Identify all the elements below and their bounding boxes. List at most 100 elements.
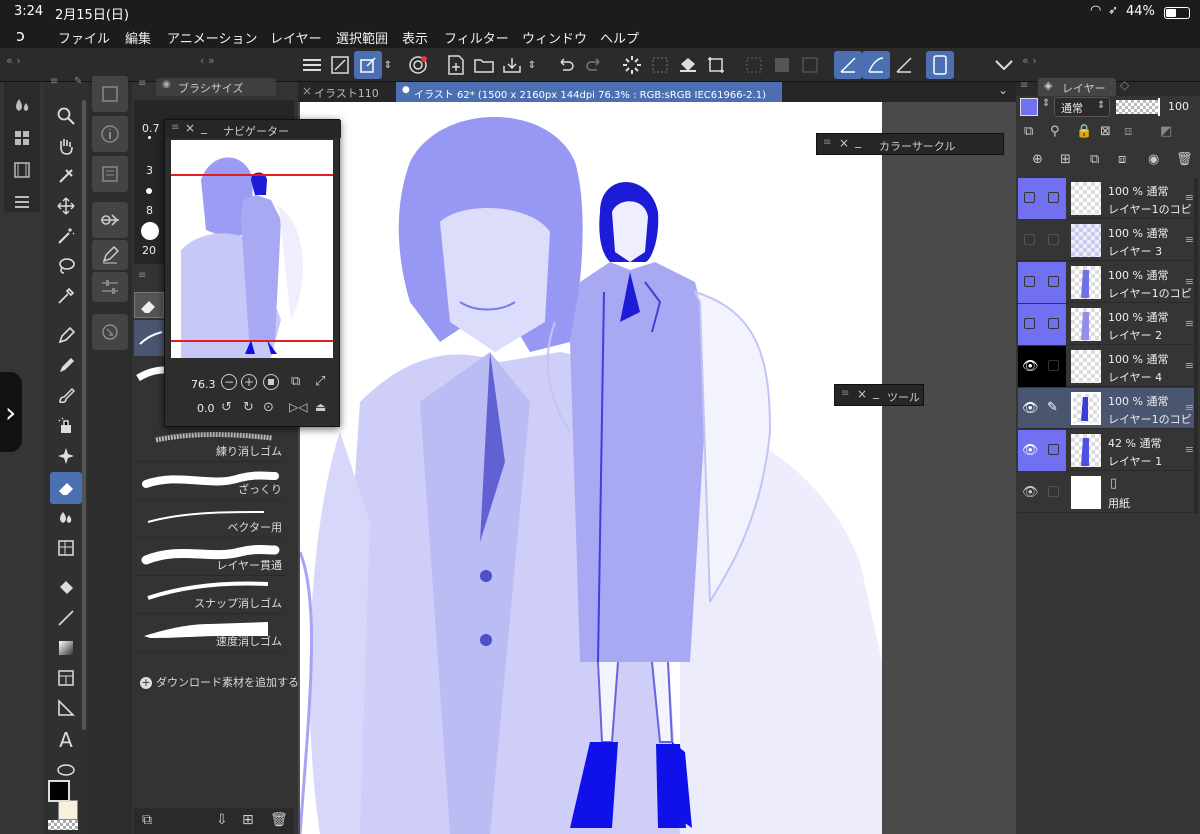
eraser-icon[interactable] — [50, 472, 82, 504]
pencil-icon[interactable] — [50, 350, 82, 382]
layer-menu-icon[interactable]: ≡ — [1185, 359, 1194, 372]
clear-outside-icon[interactable] — [768, 51, 796, 79]
object-icon[interactable] — [50, 160, 82, 192]
chevron-down-icon[interactable] — [990, 51, 1018, 79]
text-tool-icon[interactable]: A — [50, 724, 82, 756]
visibility-toggle[interactable]: 👁 — [1018, 388, 1042, 429]
collapse-mid-icon[interactable]: ‹ » — [200, 54, 215, 67]
panel-grip-icon[interactable]: ≡ — [1020, 80, 1028, 91]
visibility-toggle[interactable] — [1018, 304, 1042, 345]
layer-row[interactable]: 100 % 通常 レイヤー 2 ≡ — [1018, 304, 1194, 345]
visibility-toggle[interactable] — [1018, 262, 1042, 303]
sub-tool-icon[interactable] — [6, 90, 38, 122]
eraser-through-layer[interactable]: レイヤー貫通 — [134, 540, 284, 576]
move-icon[interactable] — [50, 190, 82, 222]
grid-icon[interactable] — [6, 122, 38, 154]
layer-menu-icon[interactable]: ≡ — [1185, 317, 1194, 330]
layer-menu-icon[interactable]: ≡ — [1185, 443, 1194, 456]
undo-icon[interactable] — [552, 51, 580, 79]
tab-layer[interactable]: ◈ レイヤー — [1038, 78, 1116, 96]
minimize-icon[interactable]: _ — [855, 134, 861, 148]
new-raster-layer-icon[interactable]: ⊕ — [1032, 152, 1043, 167]
navigator-preview[interactable] — [171, 140, 333, 358]
eraser-tab-icon[interactable] — [134, 292, 164, 318]
layer-lock-toggle[interactable] — [1042, 178, 1066, 219]
layer-lock-toggle[interactable] — [1042, 472, 1066, 513]
panel-toggle[interactable]: › — [0, 372, 22, 452]
panel-grip-icon[interactable]: ≡ — [823, 137, 831, 148]
opacity-value[interactable]: 100 — [1168, 100, 1189, 113]
mask-icon[interactable]: ◩ — [1160, 124, 1172, 139]
frame-grid-icon[interactable] — [50, 532, 82, 564]
trash-icon[interactable]: 🗑 — [1176, 152, 1193, 167]
reference-icon[interactable]: ⧉ — [1024, 124, 1033, 139]
visibility-toggle[interactable]: 👁 — [1018, 346, 1042, 387]
open-folder-icon[interactable] — [470, 51, 498, 79]
save-icon[interactable] — [498, 51, 526, 79]
clip-icon[interactable]: ⧈ — [1124, 124, 1132, 139]
brush-size-3[interactable]: 20 — [142, 244, 156, 257]
brush-icon[interactable] — [50, 380, 82, 412]
lock-transparent-icon[interactable]: ⊠ — [1100, 124, 1111, 139]
eyedropper-icon[interactable] — [50, 280, 82, 312]
layer-lock-toggle[interactable] — [1042, 262, 1066, 303]
minimize-icon[interactable]: _ — [873, 385, 879, 399]
layer-row[interactable]: 100 % 通常 レイヤー 3 ≡ — [1018, 220, 1194, 261]
loading-icon[interactable] — [618, 51, 646, 79]
history-icon[interactable] — [92, 156, 128, 192]
tab-illust-62[interactable]: ● イラスト 62* (1500 x 2160px 144dpi 76.3% :… — [396, 82, 782, 102]
layer-row[interactable]: 👁 42 % 通常 レイヤー 1 ≡ — [1018, 430, 1194, 471]
mask-add-icon[interactable]: ◉ — [1148, 152, 1159, 167]
panel-grip-icon[interactable]: ≡ — [171, 122, 179, 133]
layer-lock-toggle[interactable] — [1042, 346, 1066, 387]
collapse-right-icon[interactable]: « › — [1022, 54, 1037, 67]
menu-filter[interactable]: フィルター — [444, 28, 509, 47]
eraser-kneaded[interactable]: 練り消しゴム — [134, 426, 284, 462]
brush-settings-icon[interactable] — [92, 240, 128, 270]
trash-icon[interactable]: 🗑 — [270, 812, 288, 828]
menu-window[interactable]: ウィンドウ — [522, 28, 587, 47]
layer-row-selected[interactable]: 👁 ✎ 100 % 通常 レイヤー1のコピ ≡ — [1018, 388, 1194, 429]
fill-icon[interactable] — [674, 51, 702, 79]
tab-illust-110[interactable]: × イラスト110 — [298, 82, 398, 102]
updown-icon[interactable]: ⇕ — [524, 51, 540, 79]
zoom-out-icon[interactable]: − — [221, 374, 237, 390]
layer-lock-toggle[interactable] — [1042, 430, 1066, 471]
flip-vertical-icon[interactable]: ⏏ — [315, 400, 326, 414]
layer-row[interactable]: 👁 100 % 通常 レイヤー 4 ≡ — [1018, 346, 1194, 387]
eraser-row-hard[interactable] — [134, 358, 165, 392]
zoom-in-icon[interactable]: + — [241, 374, 257, 390]
collapse-left-icon[interactable]: « › — [6, 54, 21, 67]
blend-mode-select[interactable]: 通常 ⇕ — [1054, 97, 1110, 117]
layer-scrollbar[interactable] — [1194, 178, 1198, 514]
select-all-icon[interactable] — [646, 51, 674, 79]
layer-property-icon[interactable] — [92, 76, 128, 112]
tab-dropdown-icon[interactable]: ⌄ — [998, 83, 1008, 97]
drawing-canvas[interactable] — [300, 102, 882, 834]
menu-selection[interactable]: 選択範囲 — [336, 28, 388, 47]
ruler-icon[interactable] — [50, 692, 82, 724]
grid-snap-icon[interactable] — [890, 51, 918, 79]
layer-lock-toggle[interactable] — [1042, 220, 1066, 261]
minimize-icon[interactable]: _ — [201, 120, 207, 134]
lock-icon[interactable]: 🔒 — [1076, 124, 1092, 139]
layer-lock-toggle[interactable]: ✎ — [1042, 388, 1066, 429]
panel-ruler-icon[interactable] — [50, 662, 82, 694]
zoom-icon[interactable] — [50, 100, 82, 132]
eraser-selected-row[interactable] — [134, 320, 164, 356]
transparent-color-swatch[interactable] — [48, 820, 78, 830]
close-icon[interactable]: × — [185, 121, 195, 135]
layer-row[interactable]: 100 % 通常 レイヤー1のコピ ≡ — [1018, 262, 1194, 303]
transform-icon[interactable] — [354, 51, 382, 79]
copy-layer-icon[interactable]: ⧉ — [1090, 152, 1099, 167]
new-folder-icon[interactable]: ⊞ — [1060, 152, 1071, 167]
view-frame[interactable] — [171, 174, 333, 358]
tablet-icon[interactable] — [926, 51, 954, 79]
airbrush-icon[interactable] — [50, 410, 82, 442]
fit-navigator-icon[interactable]: ⤢ — [315, 374, 325, 389]
magic-wand-icon[interactable] — [50, 220, 82, 252]
layer-menu-icon[interactable]: ≡ — [1185, 275, 1194, 288]
menu-animation[interactable]: アニメーション — [167, 28, 257, 47]
visibility-toggle[interactable]: 👁 — [1018, 430, 1042, 471]
info-icon[interactable] — [92, 116, 128, 152]
